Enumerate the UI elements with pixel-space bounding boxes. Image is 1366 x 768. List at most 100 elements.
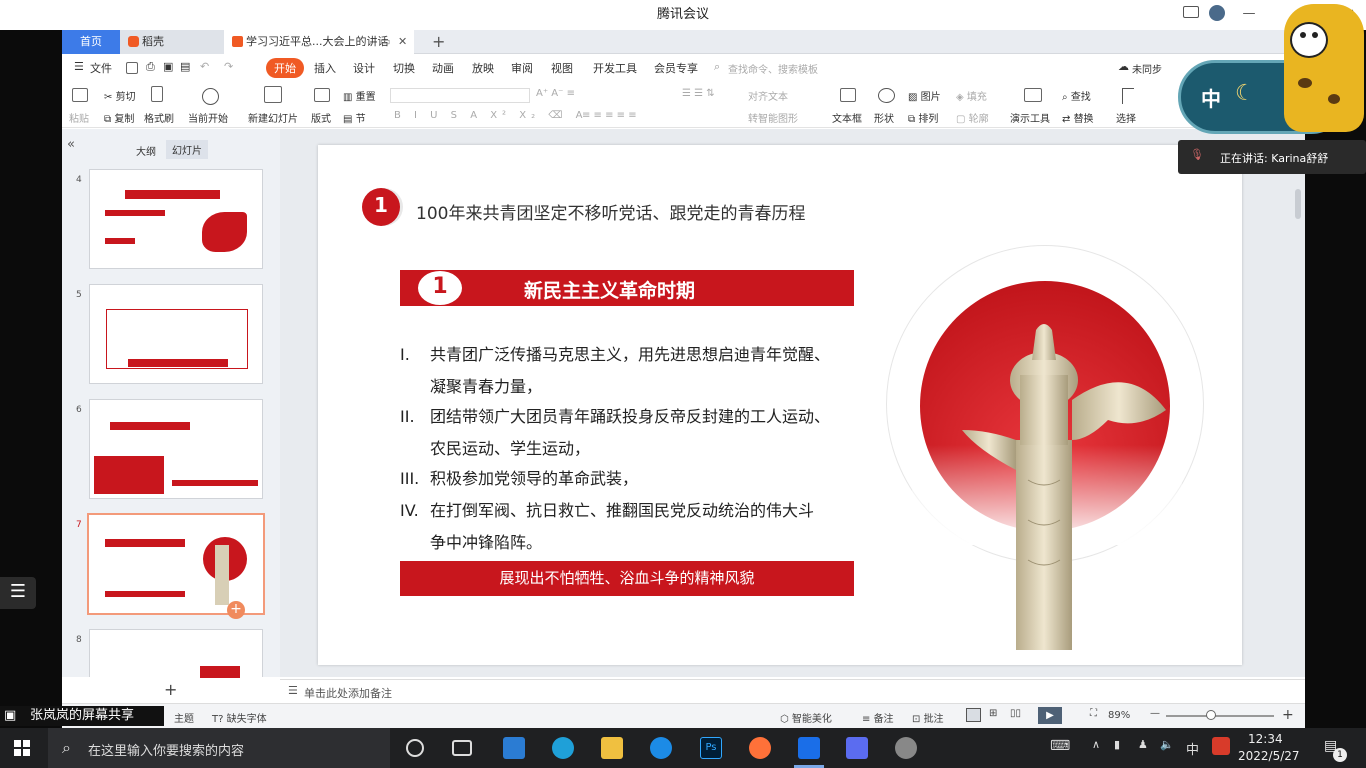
fit-window-icon[interactable]: ⛶ (1090, 708, 1097, 719)
clock-time[interactable]: 12:34 (1248, 732, 1283, 746)
select-icon[interactable] (1122, 88, 1134, 104)
canvas-scrollbar[interactable] (1295, 189, 1301, 219)
sogou-icon[interactable] (1212, 737, 1230, 755)
task-view-icon[interactable] (452, 740, 472, 756)
save-icon[interactable] (126, 62, 138, 74)
search-icon[interactable]: ⌕ (714, 60, 720, 74)
section-button[interactable]: ▤ 节 (343, 110, 366, 125)
format-painter-button[interactable]: 格式刷 (144, 110, 174, 125)
menu-slideshow[interactable]: 放映 (472, 60, 494, 76)
play-slideshow-icon[interactable]: ▶ (1038, 707, 1062, 724)
tab-pin-icon[interactable]: ▭ (380, 30, 390, 54)
shape-button[interactable]: 形状 (874, 110, 894, 125)
sync-cloud-icon[interactable]: ☁ (1118, 60, 1129, 73)
tab-document[interactable]: 学习习近平总...大会上的讲话 ▭ ✕ (224, 30, 414, 54)
beautify-button[interactable]: ⬡ 智能美化 (780, 710, 832, 725)
print-preview-icon[interactable]: ⎙ (146, 60, 155, 74)
panel-tab-slides[interactable]: 幻灯片 (166, 140, 208, 159)
reset-button[interactable]: ▥ 重置 (343, 88, 376, 103)
menu-animation[interactable]: 动画 (432, 60, 454, 76)
new-slide-plus-icon[interactable]: + (164, 680, 177, 699)
font-name-select[interactable] (390, 88, 530, 103)
paste-button[interactable]: 粘贴 (69, 110, 89, 125)
format-painter-icon[interactable] (151, 86, 163, 102)
export-icon[interactable]: ▤ (180, 60, 190, 73)
hamburger-icon[interactable]: ☰ (74, 60, 84, 73)
normal-view-icon[interactable] (966, 708, 981, 722)
minimize-icon[interactable]: — (1242, 0, 1256, 28)
play-from-current-button[interactable]: 当前开始 (188, 110, 228, 125)
slide-thumb-5[interactable] (89, 284, 263, 384)
comment-button[interactable]: ⊡ 批注 (912, 710, 944, 725)
edge-icon[interactable] (552, 737, 574, 759)
redo-icon[interactable]: ↷ (224, 60, 233, 73)
sync-status[interactable]: 未同步 (1132, 61, 1162, 76)
clock-date[interactable]: 2022/5/27 (1238, 749, 1300, 763)
play-from-current-icon[interactable] (202, 88, 219, 105)
tab-daoke[interactable]: 稻壳 (120, 30, 224, 54)
ie-icon[interactable] (650, 737, 672, 759)
tab-home[interactable]: 首页 (62, 30, 120, 54)
notes-toggle[interactable]: ≡ 备注 (862, 710, 894, 725)
cut-button[interactable]: ✂ 剪切 (104, 88, 136, 103)
ime-indicator[interactable]: 中 (1186, 739, 1199, 758)
menu-transition[interactable]: 切换 (393, 60, 415, 76)
menu-list-icon[interactable]: ☰ (0, 577, 36, 609)
sorter-view-icon[interactable]: ⊞ (989, 708, 997, 719)
align-text-button[interactable]: 对齐文本 (748, 88, 788, 103)
menu-developer[interactable]: 开发工具 (593, 60, 637, 76)
list-buttons[interactable]: ☰ ☰ ⇅ (682, 88, 715, 99)
reading-view-icon[interactable]: ▯▯ (1010, 708, 1021, 719)
wps-icon[interactable] (846, 737, 868, 759)
tray-expand-icon[interactable]: ∧ (1092, 738, 1100, 751)
command-search[interactable]: 查找命令、搜索模板 (728, 61, 818, 76)
collapse-panel-icon[interactable]: « (67, 137, 75, 152)
textbox-icon[interactable] (840, 88, 856, 102)
smartart-button[interactable]: 转智能图形 (748, 110, 798, 125)
zoom-slider[interactable] (1166, 710, 1274, 720)
photoshop-icon[interactable]: Ps (700, 737, 722, 759)
zoom-level[interactable]: 89% (1108, 710, 1130, 721)
taskbar-search-box[interactable]: ⌕ 在这里输入你要搜索的内容 (48, 728, 390, 768)
zoom-in-icon[interactable]: + (1282, 707, 1294, 723)
picture-button[interactable]: ▨ 图片 (908, 88, 941, 103)
tray-mic-icon[interactable]: ▮ (1114, 738, 1120, 751)
print-icon[interactable]: ▣ (163, 60, 173, 73)
screen-share-label[interactable]: ▣ 张岚岚的屏幕共享 (0, 706, 164, 726)
present-tool-icon[interactable] (1024, 88, 1042, 102)
find-button[interactable]: ⌕ 查找 (1062, 88, 1091, 103)
menu-member[interactable]: 会员专享 (654, 60, 698, 76)
menu-review[interactable]: 审阅 (511, 60, 533, 76)
layout-icon[interactable] (314, 88, 330, 102)
firefox-icon[interactable] (749, 737, 771, 759)
textbox-button[interactable]: 文本框 (832, 110, 862, 125)
app-icon[interactable] (895, 737, 917, 759)
new-slide-button[interactable]: 新建幻灯片 (248, 110, 298, 125)
present-tool-button[interactable]: 演示工具 (1010, 110, 1050, 125)
menu-insert[interactable]: 插入 (314, 60, 336, 76)
cortana-icon[interactable] (406, 739, 424, 757)
zoom-out-icon[interactable]: — (1150, 708, 1160, 719)
layout-button[interactable]: 版式 (311, 110, 331, 125)
file-explorer-icon[interactable] (601, 737, 623, 759)
replace-button[interactable]: ⇄ 替换 (1062, 110, 1094, 125)
slide-thumb-8[interactable] (89, 629, 263, 678)
mail-icon[interactable] (503, 737, 525, 759)
missing-font-button[interactable]: T? 缺失字体 (212, 710, 267, 725)
copy-button[interactable]: ⧉ 复制 (104, 110, 134, 125)
zoom-slider-handle[interactable] (1206, 710, 1216, 720)
keyboard-icon[interactable]: ⌨ (1050, 738, 1070, 754)
tray-app-icon[interactable]: ♟ (1138, 738, 1148, 751)
menu-design[interactable]: 设计 (353, 60, 375, 76)
arrange-button[interactable]: ⧉ 排列 (908, 110, 938, 125)
new-slide-icon[interactable] (264, 86, 282, 103)
avatar[interactable] (1209, 5, 1225, 21)
select-button[interactable]: 选择 (1116, 110, 1136, 125)
shape-icon[interactable] (878, 88, 895, 103)
undo-icon[interactable]: ↶ (200, 60, 209, 73)
menu-home[interactable]: 开始 (266, 58, 304, 78)
fill-button[interactable]: ◈ 填充 (956, 88, 987, 103)
paragraph-align-buttons[interactable]: ≡ ≡ ≡ ≡ ≡ (582, 110, 637, 121)
slide-thumb-6[interactable] (89, 399, 263, 499)
menu-view[interactable]: 视图 (551, 60, 573, 76)
